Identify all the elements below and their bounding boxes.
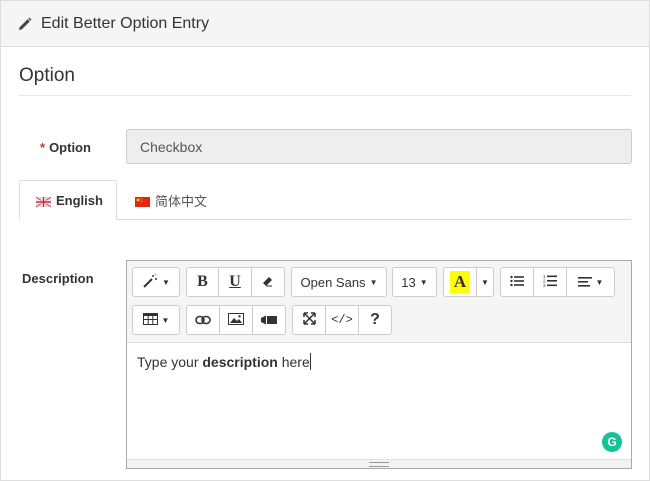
option-label: * Option <box>40 140 91 155</box>
pencil-icon <box>18 17 32 31</box>
tab-chinese-label: 简体中文 <box>155 193 208 209</box>
option-input[interactable]: Checkbox <box>126 129 632 164</box>
chevron-down-icon: ▼ <box>161 315 170 325</box>
clear-format-button[interactable] <box>251 267 285 297</box>
picture-icon <box>228 312 244 328</box>
rich-text-editor: ▼ B U Open Sans ▼ 13 ▼ A ▼ 1 2 3 ▼ ▼ </>… <box>126 260 632 469</box>
chevron-down-icon: ▼ <box>595 277 604 287</box>
text-color-dropdown[interactable]: ▼ <box>476 267 494 297</box>
chevron-down-icon: ▼ <box>481 277 489 287</box>
unordered-list-button[interactable] <box>500 267 534 297</box>
content-text-before: Type your <box>137 354 203 370</box>
font-size-value: 13 <box>401 274 416 290</box>
content-text-bold: description <box>202 354 278 370</box>
section-title: Option <box>19 65 75 86</box>
chevron-down-icon: ▼ <box>162 277 170 287</box>
insert-picture-button[interactable] <box>219 305 253 335</box>
table-dropdown-button[interactable]: ▼ <box>132 305 180 335</box>
chevron-down-icon: ▼ <box>419 277 428 287</box>
panel-header: Edit Better Option Entry <box>1 1 649 47</box>
help-button[interactable]: ? <box>358 305 392 335</box>
section-divider <box>19 95 631 96</box>
grammarly-icon: G <box>607 435 617 449</box>
editor-content[interactable]: Type your description here <box>137 353 311 370</box>
text-cursor <box>309 353 311 370</box>
underline-button[interactable]: U <box>218 267 252 297</box>
fullscreen-button[interactable] <box>292 305 326 335</box>
grip-icon <box>369 462 389 467</box>
tab-chinese[interactable]: 简体中文 <box>119 180 223 220</box>
content-text-after: here <box>277 354 310 370</box>
svg-text:3: 3 <box>543 283 546 287</box>
align-left-icon <box>577 275 592 290</box>
panel-title: Edit Better Option Entry <box>41 14 210 32</box>
link-icon <box>195 313 211 328</box>
required-marker: * <box>40 140 46 155</box>
paragraph-align-dropdown[interactable]: ▼ <box>566 267 615 297</box>
edit-panel: Edit Better Option Entry Option * Option … <box>0 0 650 481</box>
editor-resize-handle[interactable] <box>127 459 631 468</box>
eraser-icon <box>262 275 274 290</box>
video-icon <box>261 313 277 328</box>
option-label-text: Option <box>49 140 91 155</box>
option-input-value: Checkbox <box>140 138 203 155</box>
font-family-dropdown[interactable]: Open Sans ▼ <box>291 267 387 297</box>
tab-english[interactable]: English <box>19 180 117 220</box>
fullscreen-icon <box>302 312 316 328</box>
bold-button[interactable]: B <box>186 267 219 297</box>
unordered-list-icon <box>510 275 524 290</box>
table-icon <box>142 312 158 328</box>
font-size-dropdown[interactable]: 13 ▼ <box>392 267 437 297</box>
text-color-button[interactable]: A <box>443 267 477 297</box>
chevron-down-icon: ▼ <box>369 277 378 287</box>
insert-link-button[interactable] <box>186 305 220 335</box>
style-dropdown-button[interactable]: ▼ <box>132 267 180 297</box>
description-label: Description <box>22 271 94 286</box>
grammarly-button[interactable]: G <box>602 432 622 452</box>
ordered-list-icon: 123 <box>543 274 557 290</box>
uk-flag-icon <box>35 195 52 208</box>
magic-wand-icon <box>142 273 158 292</box>
text-color-letter: A <box>449 271 471 293</box>
ordered-list-button[interactable]: 123 <box>533 267 567 297</box>
editor-toolbar: ▼ B U Open Sans ▼ 13 ▼ A ▼ 1 2 3 ▼ ▼ </>… <box>127 261 631 343</box>
tab-english-label: English <box>56 192 103 208</box>
insert-video-button[interactable] <box>252 305 286 335</box>
font-family-value: Open Sans <box>300 274 366 290</box>
china-flag-icon <box>135 195 150 207</box>
code-view-button[interactable]: </> <box>325 305 359 335</box>
